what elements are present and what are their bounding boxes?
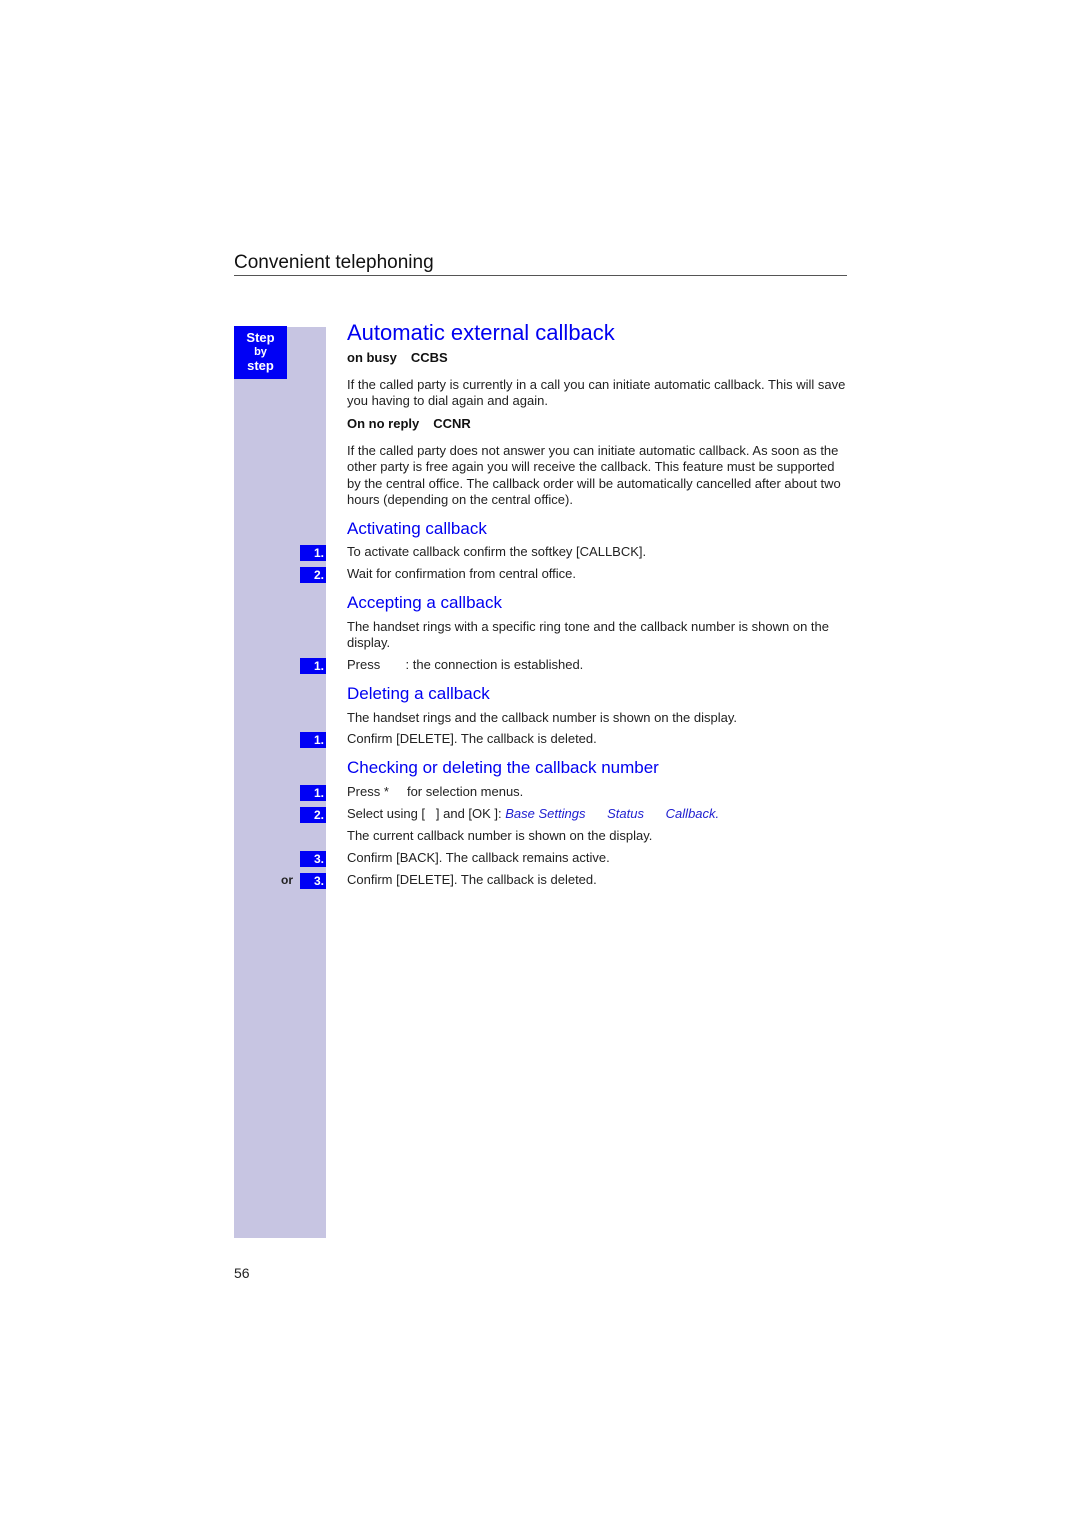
checking-heading: Checking or deleting the callback number [347,758,659,777]
ccbs-code: CCBS [410,350,448,365]
step-text: Select using [ ] and [OK ]: Base Setting… [347,806,847,822]
accepting-heading: Accepting a callback [347,593,502,612]
on-busy-label: on busy CCBS [347,350,462,365]
step-by-step-badge: Step by step [234,326,287,379]
badge-by: by [254,346,267,358]
step-number: 3. [300,873,326,889]
no-reply-paragraph: If the called party does not answer you … [347,443,841,507]
ccnr-code: CCNR [433,416,471,431]
chapter-title: Convenient telephoning [234,251,847,276]
step-text: Press : the connection is established. [347,657,584,672]
step-text: Press * for selection menus. [347,784,524,799]
step-text: Confirm [DELETE]. The callback is delete… [347,731,597,746]
step-number: 1. [300,545,326,561]
step-text: Confirm [BACK]. The callback remains act… [347,850,610,865]
menu-callback: Callback. [665,806,720,821]
checking-note: The current callback number is shown on … [347,828,653,843]
no-reply-label: On no reply CCNR [347,416,485,431]
on-busy-paragraph: If the called party is currently in a ca… [347,377,846,409]
badge-step: Step [246,330,275,345]
on-busy-text: on busy [347,350,397,365]
deleting-heading: Deleting a callback [347,684,490,703]
accepting-intro: The handset rings with a specific ring t… [347,619,829,651]
step-number: 1. [300,732,326,748]
step-number: 1. [300,785,326,801]
step-sidebar [234,327,326,1238]
activating-heading: Activating callback [347,519,487,538]
step-text: Confirm [DELETE]. The callback is delete… [347,872,597,887]
menu-status: Status [607,806,644,821]
select-prefix: Select using [ ] and [OK ]: [347,806,506,821]
page-number: 56 [234,1265,250,1281]
step-number: 2. [300,567,326,583]
step-text: Wait for confirmation from central offic… [347,566,577,581]
no-reply-text: On no reply [347,416,420,431]
or-label: or [281,873,293,887]
page-title: Automatic external callback [347,320,615,345]
step-text: To activate callback confirm the softkey… [347,544,647,559]
step-number: 2. [300,807,326,823]
menu-base-settings: Base Settings [505,806,586,821]
step-number: 1. [300,658,326,674]
badge-step2: step [247,358,274,373]
deleting-intro: The handset rings and the callback numbe… [347,710,737,725]
step-number: 3. [300,851,326,867]
